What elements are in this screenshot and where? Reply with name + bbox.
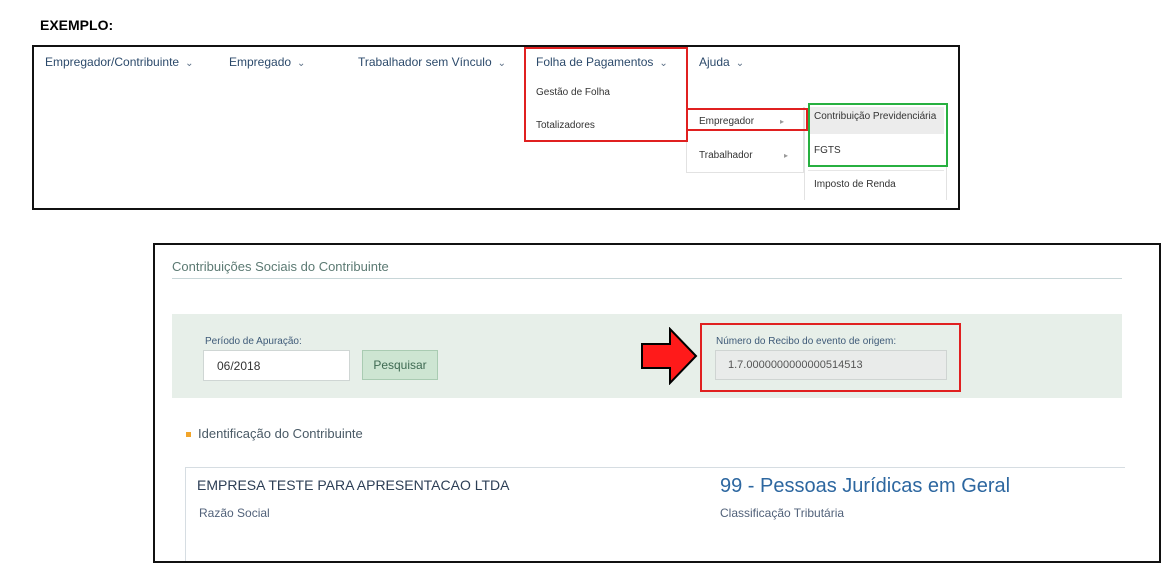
razao-social-label: Razão Social	[199, 506, 270, 520]
chevron-down-icon: ⌄	[735, 58, 745, 69]
menu-empregador-contribuinte[interactable]: Empregador/Contribuinte ⌄	[45, 55, 193, 69]
divider	[808, 170, 944, 171]
chevron-down-icon: ⌄	[297, 58, 306, 69]
form-screenshot-panel: Contribuições Sociais do Contribuinte Pe…	[153, 243, 1161, 563]
highlight-box-empregador	[686, 108, 808, 131]
chevron-down-icon: ⌄	[497, 58, 507, 69]
menu-label: Empregado	[229, 55, 292, 69]
highlight-box-recibo	[700, 323, 961, 392]
chevron-right-icon: ▸	[784, 151, 789, 160]
page-title: Contribuições Sociais do Contribuinte	[172, 259, 389, 274]
menu-label: Ajuda	[699, 55, 730, 69]
highlight-box-folha	[524, 47, 688, 142]
bullet-icon	[186, 432, 191, 437]
chevron-down-icon: ⌄	[185, 58, 194, 69]
pointer-arrow-icon	[641, 327, 698, 385]
menu-label: Empregador/Contribuinte	[45, 55, 180, 69]
highlight-box-contribuicao	[808, 103, 948, 167]
pesquisar-button[interactable]: Pesquisar	[362, 350, 438, 380]
submenu-imposto-de-renda[interactable]: Imposto de Renda	[814, 179, 896, 190]
title-divider	[172, 278, 1122, 279]
menu-label: Trabalhador sem Vínculo	[358, 55, 492, 69]
company-name: EMPRESA TESTE PARA APRESENTACAO LTDA	[197, 477, 510, 493]
classificacao-label: Classificação Tributária	[720, 506, 845, 520]
menu-trabalhador-sem-vinculo[interactable]: Trabalhador sem Vínculo ⌄	[358, 55, 506, 69]
menu-ajuda[interactable]: Ajuda ⌄	[699, 55, 744, 69]
menu-screenshot-panel: Empregador/Contribuinte ⌄ Empregado ⌄ Trab…	[32, 45, 960, 210]
menu-empregado[interactable]: Empregado ⌄	[229, 55, 305, 69]
periodo-input[interactable]: 06/2018	[203, 350, 350, 381]
classificacao-value: 99 - Pessoas Jurídicas em Geral	[720, 475, 1011, 497]
example-title: EXEMPLO:	[40, 17, 114, 33]
periodo-label: Período de Apuração:	[205, 336, 302, 347]
identificacao-title: Identificação do Contribuinte	[198, 426, 363, 441]
submenu-trabalhador[interactable]: Trabalhador	[699, 150, 753, 161]
